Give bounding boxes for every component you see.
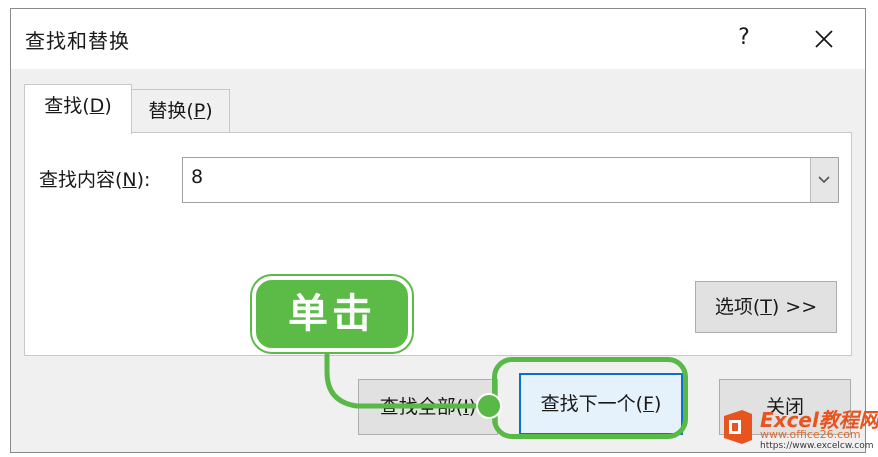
options-button[interactable]: 选项(T) >> xyxy=(695,281,837,333)
find-what-input[interactable]: 8 xyxy=(191,166,203,188)
find-all-button[interactable]: 查找全部(I) xyxy=(358,379,498,435)
watermark-url-primary: www.office26.com xyxy=(760,428,861,441)
office-logo-icon xyxy=(724,410,752,444)
watermark: Excel教程网 www.office26.com https://www.ex… xyxy=(720,404,878,454)
find-panel: 查找内容(N): 8 选项(T) >> xyxy=(24,132,852,356)
click-callout: 单击 xyxy=(252,276,412,352)
find-next-button[interactable]: 查找下一个(F) xyxy=(519,373,683,435)
watermark-url-secondary: https://www.excelcw.com xyxy=(760,441,874,451)
chevron-down-icon[interactable] xyxy=(810,158,838,202)
find-replace-dialog: 查找和替换 ? 查找(D) 替换(P) 查找内容(N): 8 选项(T) >> … xyxy=(10,8,866,453)
tab-replace[interactable]: 替换(P) xyxy=(132,89,230,133)
find-what-combobox[interactable]: 8 xyxy=(182,157,839,203)
close-icon[interactable] xyxy=(807,21,841,55)
tab-find[interactable]: 查找(D) xyxy=(24,84,132,134)
title-bar: 查找和替换 ? xyxy=(11,9,865,69)
dialog-title: 查找和替换 xyxy=(25,29,130,53)
find-what-label: 查找内容(N): xyxy=(39,169,151,191)
help-button[interactable]: ? xyxy=(727,21,761,55)
